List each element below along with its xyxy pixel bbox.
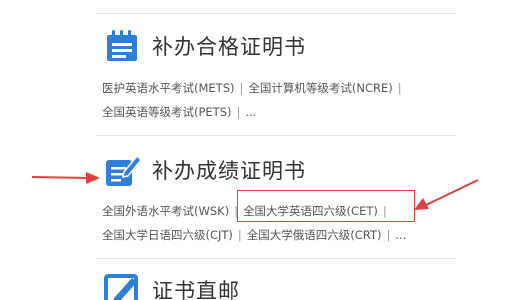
exam-links-row: 全国英语等级考试(PETS) |... bbox=[102, 105, 257, 119]
section-header-score-certificate[interactable]: 补办成绩证明书 bbox=[104, 152, 306, 188]
exam-links-row: 全国大学日语四六级(CJT) | 全国大学俄语四六级(CRT) |... bbox=[102, 228, 407, 242]
document-edit-icon bbox=[104, 152, 142, 188]
clipboard-list-icon bbox=[104, 28, 142, 64]
exam-links-row: 医护英语水平考试(METS) | 全国计算机等级考试(NCRE) | bbox=[102, 81, 402, 95]
more-link[interactable]: ... bbox=[245, 105, 256, 119]
section-header-pass-certificate[interactable]: 补办合格证明书 bbox=[104, 28, 306, 64]
annotation-arrow-icon bbox=[31, 172, 100, 184]
annotation-highlight-box bbox=[237, 190, 415, 222]
exam-link-ncre[interactable]: 全国计算机等级考试(NCRE) bbox=[248, 81, 392, 95]
exam-link-crt[interactable]: 全国大学俄语四六级(CRT) bbox=[247, 228, 382, 242]
section-title[interactable]: 补办合格证明书 bbox=[152, 31, 306, 61]
annotation-arrow-icon bbox=[414, 179, 479, 210]
divider bbox=[96, 258, 456, 259]
divider bbox=[96, 13, 456, 14]
divider bbox=[96, 135, 456, 136]
section-header-direct-mail[interactable]: 证书直邮 bbox=[104, 272, 240, 300]
pencil-box-icon bbox=[104, 272, 142, 300]
certificate-services-page: 补办合格证明书 医护英语水平考试(METS) | 全国计算机等级考试(NCRE) | … bbox=[0, 0, 505, 300]
exam-link-mets[interactable]: 医护英语水平考试(METS) bbox=[102, 81, 235, 95]
section-title[interactable]: 补办成绩证明书 bbox=[152, 155, 306, 185]
exam-link-cjt[interactable]: 全国大学日语四六级(CJT) bbox=[102, 228, 233, 242]
exam-link-pets[interactable]: 全国英语等级考试(PETS) bbox=[102, 105, 232, 119]
exam-link-wsk[interactable]: 全国外语水平考试(WSK) bbox=[102, 204, 229, 218]
more-link[interactable]: ... bbox=[395, 228, 406, 242]
section-title[interactable]: 证书直邮 bbox=[152, 275, 240, 300]
